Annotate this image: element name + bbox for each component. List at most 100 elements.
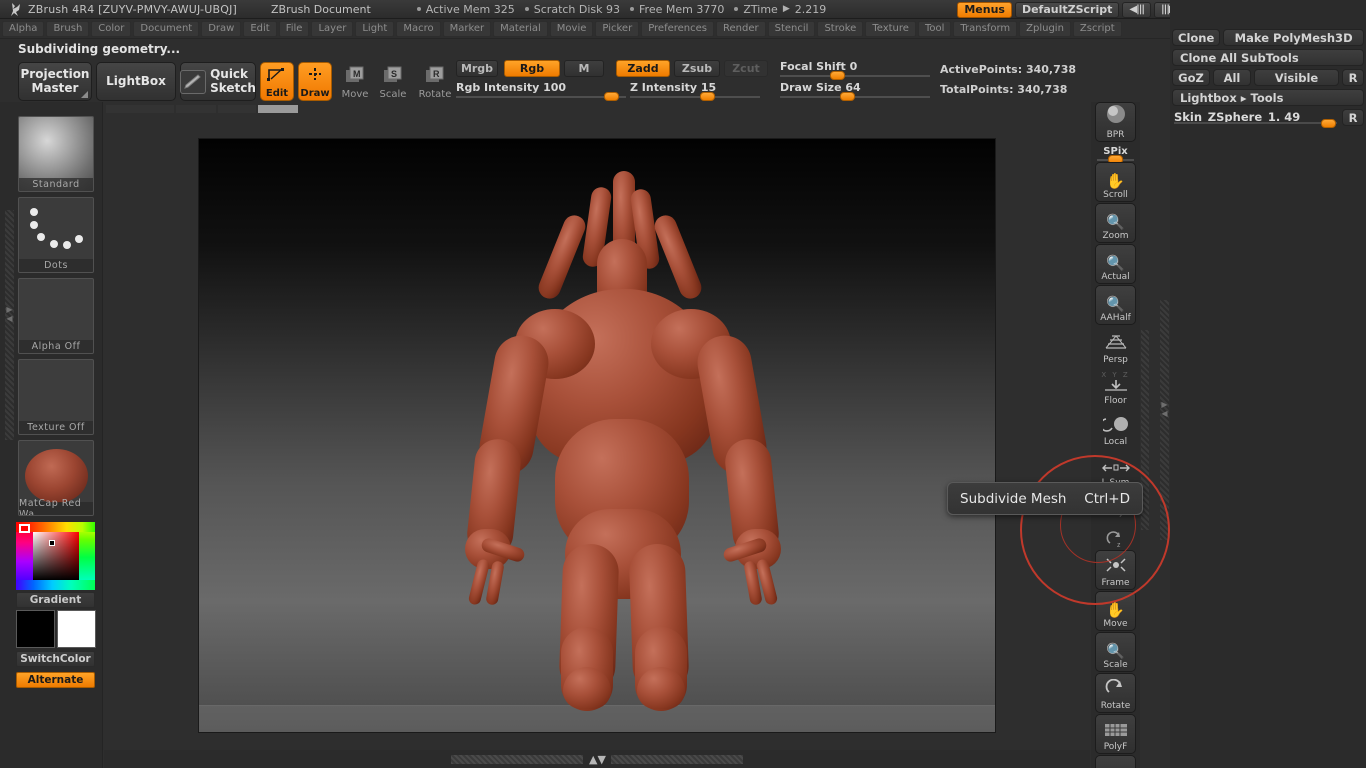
- saturation-value-square[interactable]: [33, 532, 79, 580]
- shelf-rotate-button[interactable]: Rotate: [1095, 673, 1136, 713]
- edit-mode-button[interactable]: Edit: [260, 62, 294, 101]
- menu-item-material[interactable]: Material: [493, 20, 548, 37]
- canvas-tab-2[interactable]: [176, 105, 216, 113]
- lightbox-tools-button[interactable]: Lightbox ▸ Tools: [1172, 89, 1364, 106]
- quick-sketch-button[interactable]: Quick Sketch: [180, 62, 256, 101]
- menu-item-macro[interactable]: Macro: [396, 20, 441, 37]
- left-tray-grip[interactable]: ▶ ◀: [5, 210, 14, 440]
- slider-knob[interactable]: [1321, 119, 1336, 128]
- menu-item-preferences[interactable]: Preferences: [641, 20, 715, 37]
- frame-button[interactable]: Frame: [1095, 550, 1136, 590]
- menu-item-zplugin[interactable]: Zplugin: [1019, 20, 1071, 37]
- color-picker[interactable]: [16, 522, 95, 590]
- scroll-right-segment[interactable]: [610, 754, 743, 764]
- z-intensity-slider[interactable]: Z Intensity 15: [630, 81, 760, 101]
- secondary-color-swatch[interactable]: [57, 610, 96, 648]
- spix-slider[interactable]: SPix: [1097, 146, 1134, 164]
- menu-item-stroke[interactable]: Stroke: [817, 20, 864, 37]
- menu-item-texture[interactable]: Texture: [865, 20, 916, 37]
- canvas-tab-3[interactable]: [218, 105, 256, 113]
- projection-master-button[interactable]: Projection Master: [18, 62, 92, 101]
- zoom-button[interactable]: 🔍 Zoom: [1095, 203, 1136, 243]
- zsub-button[interactable]: Zsub: [674, 60, 720, 77]
- alternate-button[interactable]: Alternate: [16, 672, 95, 688]
- gradient-button[interactable]: Gradient: [16, 592, 95, 608]
- clone-all-subtools-button[interactable]: Clone All SubTools: [1172, 49, 1364, 66]
- brush-slot[interactable]: Standard: [18, 116, 94, 192]
- shelf-extra-button[interactable]: [1095, 755, 1136, 768]
- rotate-mode-button[interactable]: R Rotate: [418, 62, 452, 101]
- aahalf-button[interactable]: 🔍 AAHalf: [1095, 285, 1136, 325]
- menu-item-stencil[interactable]: Stencil: [767, 20, 816, 37]
- draw-mode-button[interactable]: Draw: [298, 62, 332, 101]
- menu-item-file[interactable]: File: [278, 20, 310, 37]
- alpha-slot[interactable]: Alpha Off: [18, 278, 94, 354]
- rgb-intensity-slider[interactable]: Rgb Intensity 100: [456, 81, 626, 101]
- menu-item-transform[interactable]: Transform: [953, 20, 1018, 37]
- make-polymesh3d-button[interactable]: Make PolyMesh3D: [1223, 29, 1364, 46]
- bottom-scrollbar[interactable]: ▲ ▼: [104, 750, 1090, 768]
- document-viewport[interactable]: [198, 138, 996, 733]
- canvas-area[interactable]: [104, 116, 1090, 750]
- menu-item-render[interactable]: Render: [716, 20, 766, 37]
- prev-strip-icon[interactable]: ◀|||: [1122, 1, 1152, 18]
- goz-all-button[interactable]: All: [1213, 69, 1251, 86]
- slider-knob[interactable]: [830, 71, 845, 80]
- menus-button[interactable]: Menus: [957, 1, 1012, 18]
- menu-item-color[interactable]: Color: [91, 20, 132, 37]
- goz-button[interactable]: GoZ: [1172, 69, 1210, 86]
- menu-item-draw[interactable]: Draw: [201, 20, 242, 37]
- floor-button[interactable]: X Y Z Floor: [1095, 367, 1136, 407]
- polyframe-button[interactable]: PolyF: [1095, 714, 1136, 754]
- menu-item-layer[interactable]: Layer: [311, 20, 354, 37]
- slider-knob[interactable]: [604, 92, 619, 101]
- m-button[interactable]: M: [564, 60, 604, 77]
- goz-visible-button[interactable]: Visible: [1254, 69, 1339, 86]
- rgb-button[interactable]: Rgb: [504, 60, 560, 77]
- shelf-move-button[interactable]: ✋ Move: [1095, 591, 1136, 631]
- actual-size-button[interactable]: 🔍 Actual: [1095, 244, 1136, 284]
- menu-item-picker[interactable]: Picker: [595, 20, 640, 37]
- clone-button[interactable]: Clone: [1172, 29, 1221, 46]
- hue-bottom-band[interactable]: [16, 580, 95, 590]
- menu-item-light[interactable]: Light: [355, 20, 395, 37]
- menu-item-document[interactable]: Document: [133, 20, 200, 37]
- menu-item-brush[interactable]: Brush: [46, 20, 90, 37]
- menu-item-marker[interactable]: Marker: [442, 20, 492, 37]
- canvas-tab-strip[interactable]: [104, 103, 1090, 115]
- scroll-left-segment[interactable]: [451, 754, 584, 764]
- right-tray-grip[interactable]: ▶ ◀: [1160, 300, 1169, 540]
- zadd-button[interactable]: Zadd: [616, 60, 670, 77]
- current-tool-slider[interactable]: Skin_ZSphere_1. 49: [1172, 109, 1339, 128]
- primary-color-swatch[interactable]: [16, 610, 55, 648]
- stroke-slot[interactable]: Dots: [18, 197, 94, 273]
- perspective-button[interactable]: Persp: [1095, 326, 1136, 366]
- canvas-tab-1[interactable]: [106, 105, 174, 113]
- mrgb-button[interactable]: Mrgb: [456, 60, 498, 77]
- scroll-arrows-icon[interactable]: ▲ ▼: [583, 753, 611, 766]
- goz-r-button[interactable]: R: [1342, 69, 1364, 86]
- local-button[interactable]: Local: [1095, 408, 1136, 448]
- focal-shift-slider[interactable]: Focal Shift 0: [780, 60, 930, 80]
- lightbox-button[interactable]: LightBox: [96, 62, 176, 101]
- scale-mode-button[interactable]: S Scale: [376, 62, 410, 101]
- menu-item-zscript[interactable]: Zscript: [1072, 20, 1122, 37]
- bpr-button[interactable]: BPR: [1095, 102, 1136, 142]
- sculpt-model[interactable]: [199, 139, 995, 732]
- menu-item-tool[interactable]: Tool: [917, 20, 952, 37]
- current-tool-r-button[interactable]: R: [1342, 109, 1364, 126]
- zcut-button[interactable]: Zcut: [724, 60, 768, 77]
- menu-item-movie[interactable]: Movie: [549, 20, 594, 37]
- default-zscript-button[interactable]: DefaultZScript: [1014, 1, 1120, 18]
- draw-size-slider[interactable]: Draw Size 64: [780, 81, 930, 101]
- scroll-button[interactable]: ✋ Scroll: [1095, 162, 1136, 202]
- texture-slot[interactable]: Texture Off: [18, 359, 94, 435]
- menu-item-edit[interactable]: Edit: [243, 20, 277, 37]
- slider-knob[interactable]: [840, 92, 855, 101]
- menu-item-alpha[interactable]: Alpha: [2, 20, 45, 37]
- material-slot[interactable]: MatCap Red Wa: [18, 440, 94, 516]
- switch-color-button[interactable]: SwitchColor: [16, 651, 95, 667]
- move-mode-button[interactable]: M Move: [338, 62, 372, 101]
- shelf-scale-button[interactable]: 🔍 Scale: [1095, 632, 1136, 672]
- canvas-tab-active[interactable]: [258, 105, 298, 113]
